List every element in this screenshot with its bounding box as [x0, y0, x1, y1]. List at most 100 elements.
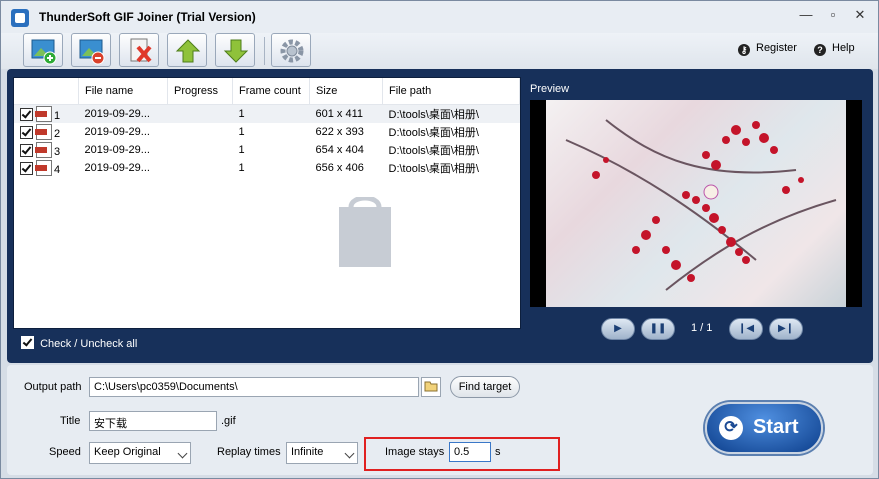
close-button[interactable]: ✕	[850, 7, 870, 23]
table-header: File name Progress Frame count Size File…	[14, 78, 520, 105]
row-checkbox[interactable]	[20, 108, 33, 121]
cell-file-name: 2019-09-29...	[84, 144, 150, 156]
register-label: Register	[756, 42, 797, 54]
png-file-icon	[35, 142, 52, 158]
row-checkbox[interactable]	[20, 144, 33, 157]
output-path-field[interactable]: C:\Users\pc0359\Documents\	[89, 377, 419, 397]
cell-file-path: D:\tools\桌面\相册\	[388, 163, 479, 175]
title-input[interactable]: 安下载	[89, 411, 217, 431]
app-logo-icon	[11, 9, 29, 27]
table-row[interactable]: 4 2019-09-29... 1 656 x 406 D:\tools\桌面\…	[14, 159, 520, 177]
row-select-cell: 4	[14, 159, 79, 177]
refresh-icon: ⟳	[719, 416, 743, 440]
cell-progress	[168, 141, 233, 159]
table-row[interactable]: 2 2019-09-29... 1 622 x 393 D:\tools\桌面\…	[14, 123, 520, 141]
remove-image-button[interactable]	[71, 33, 111, 67]
settings-button[interactable]	[271, 33, 311, 67]
remove-image-icon	[79, 39, 105, 65]
move-down-button[interactable]	[215, 33, 255, 67]
chevron-down-icon	[344, 448, 355, 459]
cell-file-name: 2019-09-29...	[84, 126, 150, 138]
check-all-toggle[interactable]: Check / Uncheck all	[21, 336, 137, 350]
preview-label: Preview	[530, 83, 570, 95]
skip-forward-icon: ▶❙	[777, 323, 795, 334]
column-header-select	[14, 78, 79, 105]
main-panel: File name Progress Frame count Size File…	[7, 69, 873, 363]
maximize-button[interactable]: ▫	[823, 7, 843, 23]
cell-frame-count: 1	[238, 126, 245, 138]
toolbar-separator	[264, 37, 265, 65]
column-header-progress[interactable]: Progress	[167, 78, 233, 105]
replay-times-label: Replay times	[217, 446, 281, 458]
file-table: File name Progress Frame count Size File…	[14, 78, 520, 177]
cell-file-name: 2019-09-29...	[78, 104, 168, 123]
cell-size: 654 x 404	[315, 144, 364, 156]
title-label: Title	[60, 415, 81, 427]
window-title: ThunderSoft GIF Joiner (Trial Version)	[39, 10, 256, 24]
frame-indicator: 1 / 1	[691, 322, 713, 334]
help-icon: ?	[814, 44, 826, 56]
toolbar: ⚷ Register ? Help	[1, 33, 878, 69]
table-row[interactable]: 3 2019-09-29... 1 654 x 404 D:\tools\桌面\…	[14, 141, 520, 159]
row-index: 3	[54, 146, 61, 158]
row-checkbox[interactable]	[20, 126, 33, 139]
column-header-file-path[interactable]: File path	[382, 78, 520, 105]
image-stays-unit: s	[495, 446, 501, 458]
pause-button[interactable]: ❚❚	[641, 318, 675, 340]
preview-frame	[530, 100, 862, 307]
find-target-button[interactable]: Find target	[450, 376, 520, 398]
cell-frame-count: 1	[238, 162, 245, 174]
start-button[interactable]: ⟳ Start	[705, 402, 823, 454]
help-label: Help	[832, 42, 855, 54]
browse-folder-button[interactable]	[421, 377, 441, 397]
cell-frame-count: 1	[238, 144, 245, 156]
row-select-cell: 1	[14, 104, 79, 123]
image-stays-input[interactable]: 0.5	[449, 442, 491, 462]
settings-panel: Output path C:\Users\pc0359\Documents\ F…	[7, 365, 873, 475]
table-row[interactable]: 1 2019-09-29... 1 601 x 411 D:\tools\桌面\…	[14, 104, 520, 123]
title-extension: .gif	[221, 415, 236, 427]
chevron-down-icon	[177, 448, 188, 459]
app-window: ThunderSoft GIF Joiner (Trial Version) —…	[0, 0, 879, 479]
row-select-cell: 3	[14, 141, 79, 159]
column-header-file-name[interactable]: File name	[78, 78, 168, 105]
move-up-button[interactable]	[167, 33, 207, 67]
cell-size: 622 x 393	[315, 126, 364, 138]
cell-file-name: 2019-09-29...	[84, 162, 150, 174]
add-image-button[interactable]	[23, 33, 63, 67]
help-link[interactable]: ? Help	[814, 42, 855, 56]
cell-progress	[168, 159, 233, 177]
title-bar: ThunderSoft GIF Joiner (Trial Version) —…	[1, 1, 878, 33]
column-header-size[interactable]: Size	[309, 78, 383, 105]
replay-times-value: Infinite	[291, 446, 324, 458]
play-button[interactable]: ▶	[601, 318, 635, 340]
column-header-frame-count[interactable]: Frame count	[232, 78, 310, 105]
next-frame-button[interactable]: ▶❙	[769, 318, 803, 340]
row-index: 4	[54, 164, 61, 176]
previous-frame-button[interactable]: ❙◀	[729, 318, 763, 340]
png-file-icon	[35, 124, 52, 140]
minimize-button[interactable]: —	[796, 7, 816, 23]
output-path-label: Output path	[24, 381, 82, 393]
add-image-icon	[31, 39, 57, 65]
speed-select[interactable]: Keep Original	[89, 442, 191, 464]
image-stays-label: Image stays	[385, 446, 445, 458]
file-list[interactable]: File name Progress Frame count Size File…	[13, 77, 521, 329]
skip-back-icon: ❙◀	[737, 323, 755, 334]
png-file-icon	[35, 160, 52, 176]
move-up-icon	[175, 39, 201, 63]
play-icon: ▶	[614, 323, 622, 334]
row-index: 1	[54, 110, 61, 122]
check-all-checkbox[interactable]	[21, 336, 34, 349]
row-checkbox[interactable]	[20, 162, 33, 175]
clear-list-button[interactable]	[119, 33, 159, 67]
key-icon: ⚷	[738, 44, 750, 56]
cell-size: 656 x 406	[315, 162, 364, 174]
start-label: Start	[753, 416, 799, 438]
replay-times-select[interactable]: Infinite	[286, 442, 358, 464]
cell-file-path: D:\tools\桌面\相册\	[382, 104, 520, 123]
cell-file-path: D:\tools\桌面\相册\	[388, 145, 479, 157]
register-link[interactable]: ⚷ Register	[738, 42, 797, 56]
move-down-icon	[223, 39, 249, 63]
clear-list-icon	[130, 38, 152, 63]
